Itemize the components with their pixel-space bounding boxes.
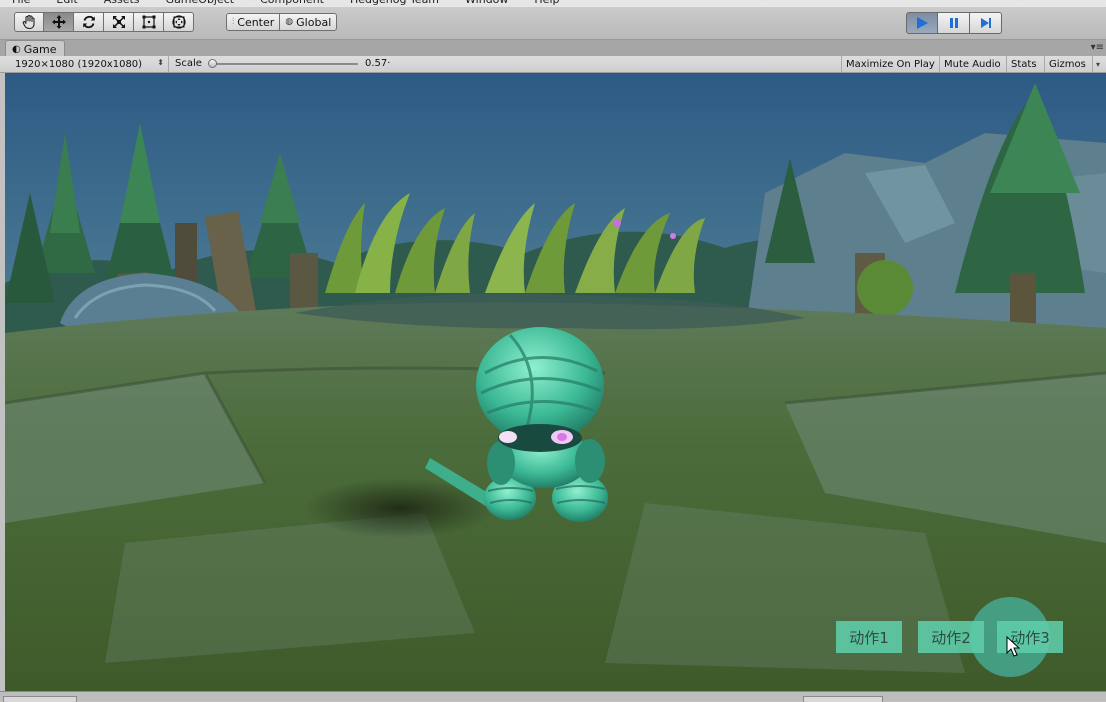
play-icon [917,17,928,29]
game-scene [5,73,1106,691]
transform-tool-button[interactable] [164,12,194,32]
game-viewport[interactable]: 动作1 动作2 动作3 [5,73,1106,691]
pivot-toggles: ⫶ Center ◍ Global [226,13,338,31]
pivot-center-button[interactable]: ⫶ Center [226,13,281,31]
pause-icon [949,18,958,28]
maximize-on-play-label: Maximize On Play [846,58,935,70]
play-controls [906,12,1002,34]
gizmos-label: Gizmos [1049,58,1086,70]
tab-menu-icon[interactable]: ▾≡ [1091,42,1104,53]
menu-items: File Edit Assets GameObject Component Hedgeho… [12,0,585,6]
menu-item-edit[interactable]: Edit [56,0,77,6]
bottom-tab-left[interactable] [3,696,77,702]
bottom-tab-right[interactable] [803,696,883,702]
mute-audio-label: Mute Audio [944,58,1001,70]
move-icon [51,15,66,29]
scale-slider-track[interactable] [213,63,358,65]
rotate-tool-button[interactable] [74,12,104,32]
maximize-on-play-toggle[interactable]: Maximize On Play [841,56,939,72]
tab-game-label: Game [23,42,57,56]
rect-tool-button[interactable] [134,12,164,32]
tab-game[interactable]: ◐ Game [5,40,66,57]
game-icon: ◐ [12,43,21,55]
stats-label: Stats [1011,58,1037,70]
globe-icon: ◍ [285,17,294,27]
scale-value: 0.57· [365,58,391,69]
scale-icon [112,16,125,28]
menu-item-component[interactable]: Component [260,0,324,6]
dropdown-arrow-icon: ▾ [1096,59,1101,69]
action-1-button[interactable]: 动作1 [836,621,902,653]
scale-slider-thumb[interactable] [208,59,217,68]
menu-item-assets[interactable]: Assets [104,0,140,6]
hand-tool-button[interactable] [14,12,44,32]
menu-item-hedgehog-team[interactable]: Hedgehog Team [350,0,439,6]
main-toolbar: ⫶ Center ◍ Global [0,7,1106,40]
menu-item-window[interactable]: Window [465,0,508,6]
hand-icon [22,14,35,30]
stats-toggle[interactable]: Stats [1006,56,1044,72]
gizmos-dropdown[interactable]: ▾ [1092,56,1106,72]
mouse-cursor-icon [1006,636,1020,657]
mute-audio-toggle[interactable]: Mute Audio [939,56,1006,72]
rect-icon [142,15,155,29]
menu-bar: File Edit Assets GameObject Component Hedgeho… [0,0,1106,7]
resolution-dropdown[interactable]: 1920×1080 (1920x1080) ⬍ [6,56,169,72]
menu-item-file[interactable]: File [12,0,30,6]
pause-button[interactable] [938,12,970,34]
scale-label: Scale [175,58,202,69]
pivot-center-label: Center [237,15,275,29]
pivot-center-icon: ⫶ [232,17,235,27]
space-global-label: Global [296,15,332,29]
dropdown-arrow-icon: ⬍ [157,58,164,67]
resolution-value: 1920×1080 (1920x1080) [15,58,143,70]
move-tool-button[interactable] [44,12,74,32]
transform-tools [14,12,194,32]
menu-item-help[interactable]: Help [534,0,559,6]
scale-tool-button[interactable] [104,12,134,32]
action-2-button[interactable]: 动作2 [918,621,984,653]
step-button[interactable] [970,12,1002,34]
rotate-icon [82,15,95,29]
transform-icon [171,15,186,29]
gizmos-toggle[interactable]: Gizmos [1044,56,1092,72]
space-global-button[interactable]: ◍ Global [280,13,338,31]
step-icon [980,18,991,28]
game-view-toolbar: 1920×1080 (1920x1080) ⬍ Scale 0.57· Maxi… [0,56,1106,73]
tab-row: ◐ Game ▾≡ [0,40,1106,57]
menu-item-gameobject[interactable]: GameObject [166,0,235,6]
play-button[interactable] [906,12,938,34]
